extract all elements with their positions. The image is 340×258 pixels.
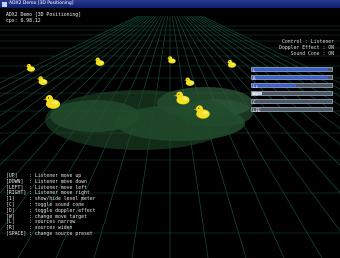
help-desc: : toggle doppler effect — [29, 208, 96, 214]
help-desc: : sources narrow — [29, 220, 76, 226]
help-key: [W] — [6, 214, 30, 220]
help-key: [C] — [6, 202, 30, 208]
meter-label: C — [253, 99, 256, 105]
meter-bar-c: C — [251, 99, 333, 105]
help-desc: : Listener move down — [29, 179, 87, 185]
help-desc: : Listener move up — [29, 174, 82, 179]
window-title: ADX2 Demo [3D Positioning] — [9, 1, 74, 6]
app-title: ADX2 Demo [3D Positioning] — [6, 13, 82, 18]
meter-fill — [252, 76, 328, 79]
help-desc: : Listener move right — [29, 191, 90, 197]
meter-label: Ls — [253, 83, 259, 89]
help-desc: : toggle sound cone — [29, 202, 84, 208]
app-icon — [2, 1, 7, 7]
fps-readout: cps: 6.98.12 — [6, 18, 41, 24]
help-desc: : Listener move left — [29, 185, 87, 191]
help-key: [LEFT] — [6, 185, 30, 191]
help-key: [D] — [6, 208, 30, 214]
meter-bar-rs: Rs — [251, 91, 333, 97]
key-help: [UP] : Listener move up [DOWN] : Listener… — [6, 174, 96, 238]
hud-title-block: ADX2 Demo [3D Positioning] cps: 6.98.12 — [6, 13, 81, 25]
help-desc: : sources widen — [29, 226, 73, 232]
meter-bar-ls: Ls — [251, 83, 333, 89]
meter-bar-r: R — [251, 75, 333, 81]
help-key: [1] — [6, 197, 30, 203]
meter-fill — [252, 84, 296, 87]
meter-label: R — [253, 75, 256, 81]
help-line: [SPACE] : change source preset — [6, 232, 96, 238]
help-key: [DOWN] — [6, 179, 30, 185]
hud-status-block: Control : Listener Doppler Effect : ON S… — [279, 40, 334, 57]
help-key: [RIGHT] — [6, 191, 30, 197]
doppler-status: Doppler Effect : ON — [279, 45, 334, 51]
meter-bar-lfe: LFE — [251, 107, 333, 113]
meter-fill — [252, 68, 328, 71]
meter-label: L — [253, 67, 256, 73]
help-key: [UP] — [6, 174, 30, 179]
help-key: [SPACE] — [6, 231, 30, 237]
title-bar[interactable]: ADX2 Demo [3D Positioning] — [0, 0, 340, 8]
help-key: [R] — [6, 226, 30, 232]
meter-bar-l: L — [251, 67, 333, 73]
meter-label: Rs — [253, 91, 259, 97]
help-desc: : change source preset — [29, 231, 93, 237]
help-desc: : show/hide level meter — [29, 197, 96, 203]
meter-label: LFE — [253, 107, 261, 113]
sound-cone-status: Sound Cone : ON — [290, 51, 334, 57]
app-window: ADX2 Demo [3D Positioning] ADX2 Demo [3D… — [0, 0, 340, 258]
help-desc: : change move target — [29, 214, 87, 220]
control-status: Control : Listener — [282, 40, 334, 45]
sound-cone — [45, 90, 235, 150]
help-key: [L] — [6, 220, 30, 226]
